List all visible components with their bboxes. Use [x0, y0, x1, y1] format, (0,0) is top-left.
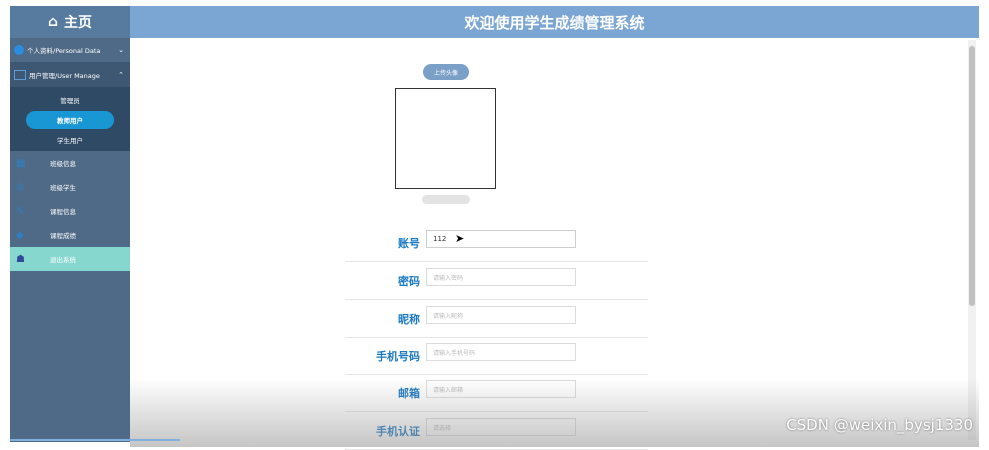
- class-info-icon: ▦: [16, 157, 26, 169]
- sidebar-home-label: 主页: [64, 15, 93, 31]
- sidebar-item-logout[interactable]: ☗ 退出系统: [10, 247, 130, 271]
- sidebar-item-class-info[interactable]: ▦ 班级信息: [10, 151, 130, 175]
- watermark: CSDN @weixin_bysj1330: [786, 416, 973, 434]
- sidebar-item-course-info[interactable]: ✎ 课程信息: [10, 199, 130, 223]
- form-row-nickname: 昵称 请输入昵称: [345, 299, 648, 338]
- submenu-item-student[interactable]: 学生用户: [10, 131, 130, 149]
- form-row-password: 密码 请输入密码: [345, 261, 648, 300]
- email-label: 邮箱: [398, 387, 420, 400]
- sidebar-item-label: 退出系统: [50, 256, 76, 264]
- sidebar-item-course-grades[interactable]: ◆ 课程成绩: [10, 223, 130, 247]
- submenu-item-admin[interactable]: 管理员: [10, 91, 130, 109]
- user-manage-submenu: 管理员 教师用户 学生用户: [10, 87, 130, 151]
- menu-user-manage[interactable]: 用户管理/User Manage ⌃: [10, 62, 130, 87]
- form-row-phone-verify: 手机认证 请选择: [345, 411, 648, 450]
- bottom-progress-line: [10, 439, 180, 441]
- nickname-input[interactable]: 请输入昵称: [426, 306, 576, 324]
- chevron-up-icon: ⌃: [118, 70, 124, 79]
- menu-user-manage-label: 用户管理/User Manage: [29, 71, 100, 80]
- email-input[interactable]: 请输入邮箱: [426, 380, 576, 398]
- vertical-scrollbar[interactable]: [968, 40, 976, 440]
- page-header: 欢迎使用学生成绩管理系统: [130, 6, 979, 38]
- phone-input[interactable]: 请输入手机号码: [426, 343, 576, 361]
- sidebar: ⌂ 主页 个人资料/Personal Data ⌄ 用户管理/User Mana…: [10, 6, 130, 442]
- form-row-phone: 手机号码 请输入手机号码: [345, 336, 648, 375]
- password-input[interactable]: 请输入密码: [426, 268, 576, 286]
- sidebar-item-label: 课程信息: [50, 208, 76, 216]
- password-label: 密码: [398, 275, 420, 288]
- tag-icon: ◆: [16, 229, 24, 241]
- scrollbar-thumb[interactable]: [969, 46, 975, 306]
- class-students-icon: ◎: [16, 181, 25, 193]
- sidebar-item-label: 班级信息: [50, 160, 76, 168]
- menu-personal-label: 个人资料/Personal Data: [27, 47, 101, 55]
- upload-avatar-button[interactable]: 上传头像: [423, 64, 469, 80]
- phone-verify-label: 手机认证: [376, 425, 420, 438]
- account-input[interactable]: 112: [426, 230, 576, 248]
- phone-label: 手机号码: [376, 350, 420, 363]
- chevron-down-icon: ⌄: [118, 46, 124, 54]
- home-icon: ⌂: [47, 14, 59, 30]
- form-row-account: 账号 112: [345, 223, 648, 262]
- mouse-cursor-icon: ➤: [455, 232, 465, 245]
- pencil-icon: ✎: [16, 205, 25, 217]
- sidebar-item-label: 课程成绩: [50, 232, 76, 240]
- menu-personal-data[interactable]: 个人资料/Personal Data ⌄: [10, 38, 130, 62]
- avatar-preview: [395, 88, 496, 189]
- nickname-label: 昵称: [398, 313, 420, 326]
- page-title: 欢迎使用学生成绩管理系统: [464, 13, 645, 32]
- form-row-email: 邮箱 请输入邮箱: [345, 373, 648, 412]
- sidebar-item-label: 班级学生: [50, 184, 76, 192]
- sidebar-item-class-students[interactable]: ◎ 班级学生: [10, 175, 130, 199]
- user-circle-icon: [14, 45, 24, 55]
- submenu-item-teacher[interactable]: 教师用户: [26, 111, 114, 129]
- user-manage-icon: [14, 69, 26, 80]
- account-label: 账号: [398, 237, 420, 250]
- sidebar-home[interactable]: ⌂ 主页: [10, 6, 130, 38]
- phone-verify-select[interactable]: 请选择: [426, 418, 576, 436]
- avatar-placeholder-bar: [422, 195, 470, 204]
- user-group-icon: ☗: [16, 253, 25, 265]
